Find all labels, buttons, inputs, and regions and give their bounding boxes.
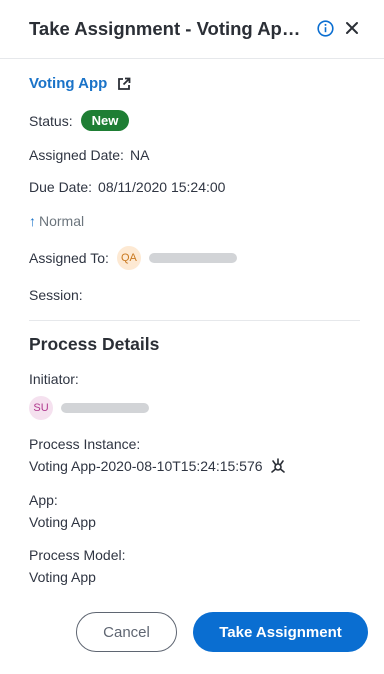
priority-row: ↑ Normal — [29, 213, 84, 229]
info-icon[interactable] — [317, 20, 334, 37]
process-model-label: Process Model: — [29, 547, 126, 563]
priority-value: Normal — [39, 213, 85, 229]
initiator-row: SU — [29, 396, 149, 420]
app-link[interactable]: Voting App — [29, 75, 107, 92]
due-date-value: 08/11/2020 15:24:00 — [98, 179, 226, 195]
avatar: SU — [29, 396, 53, 420]
panel-title: Take Assignment - Voting App-2... — [29, 18, 305, 39]
process-instance-row: Voting App-2020-08-10T15:24:15:576 — [29, 458, 286, 474]
assigned-to-row: Assigned To: QA — [29, 246, 237, 270]
assigned-date-label: Assigned Date: — [29, 147, 124, 163]
app-label: App: — [29, 492, 58, 508]
divider — [29, 320, 360, 321]
assigned-date-value: NA — [129, 147, 150, 163]
redacted-name — [61, 403, 149, 413]
external-link-icon[interactable] — [117, 77, 131, 91]
due-date-label: Due Date: — [29, 179, 93, 195]
session-row: Session: — [29, 287, 83, 303]
initiator-label: Initiator: — [29, 371, 79, 387]
process-instance-icon[interactable] — [270, 458, 286, 474]
session-label: Session: — [29, 287, 83, 303]
panel-header: Take Assignment - Voting App-2... — [0, 0, 384, 59]
process-model-value: Voting App — [29, 569, 96, 585]
section-title: Process Details — [29, 334, 160, 354]
process-instance-value: Voting App-2020-08-10T15:24:15:576 — [29, 458, 263, 474]
redacted-name — [148, 253, 237, 263]
take-assignment-button[interactable]: Take Assignment — [193, 612, 368, 652]
app-value: Voting App — [29, 514, 96, 530]
status-badge: New — [80, 110, 130, 131]
arrow-up-icon: ↑ — [29, 213, 36, 229]
close-icon[interactable] — [345, 21, 359, 35]
assigned-to-label: Assigned To: — [29, 250, 109, 266]
assigned-date-row: Assigned Date: NA — [29, 147, 149, 163]
app-link-row: Voting App — [29, 75, 131, 92]
avatar: QA — [116, 246, 141, 270]
due-date-row: Due Date: 08/11/2020 15:24:00 — [29, 179, 225, 195]
status-row: Status: New — [29, 110, 130, 131]
status-label: Status: — [29, 112, 73, 129]
cancel-button[interactable]: Cancel — [76, 612, 177, 652]
process-instance-label: Process Instance: — [29, 436, 141, 452]
